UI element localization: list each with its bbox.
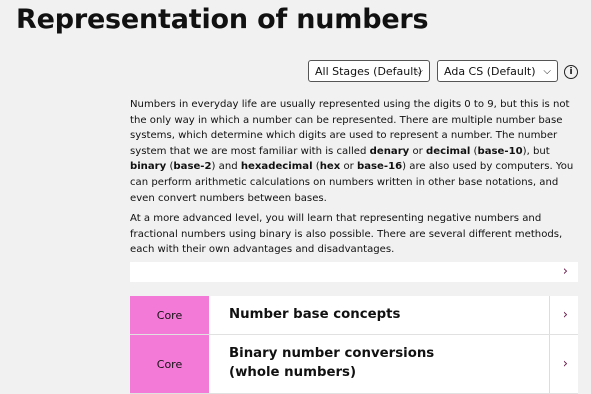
course-select-value: Ada CS (Default)	[444, 65, 536, 78]
core-badge: Core	[130, 335, 209, 393]
divider	[549, 335, 550, 393]
expand-bar[interactable]: ›	[130, 262, 578, 282]
topic-title: Number base concepts	[229, 307, 401, 322]
course-select[interactable]: Ada CS (Default) ⌵	[437, 60, 558, 82]
topic-card[interactable]: Core Number base concepts ›	[130, 296, 578, 335]
divider	[549, 296, 550, 334]
intro-paragraph: Numbers in everyday life are usually rep…	[130, 99, 574, 204]
page-title: Representation of numbers	[16, 4, 429, 35]
stage-select-value: All Stages (Default)	[315, 65, 422, 78]
chevron-down-icon: ⌵	[415, 66, 423, 77]
info-icon[interactable]: i	[564, 65, 578, 79]
chevron-right-icon: ›	[562, 356, 568, 372]
chevron-right-icon: ›	[562, 264, 568, 279]
topic-card[interactable]: Core Binary number conversions (whole nu…	[130, 335, 578, 394]
chevron-right-icon: ›	[562, 307, 568, 323]
stage-select[interactable]: All Stages (Default) ⌵	[308, 60, 430, 82]
topic-title: Binary number conversions (whole numbers…	[229, 346, 435, 380]
advanced-paragraph: At a more advanced level, you will learn…	[130, 213, 563, 256]
chevron-down-icon: ⌵	[543, 66, 551, 77]
core-badge: Core	[130, 296, 209, 334]
